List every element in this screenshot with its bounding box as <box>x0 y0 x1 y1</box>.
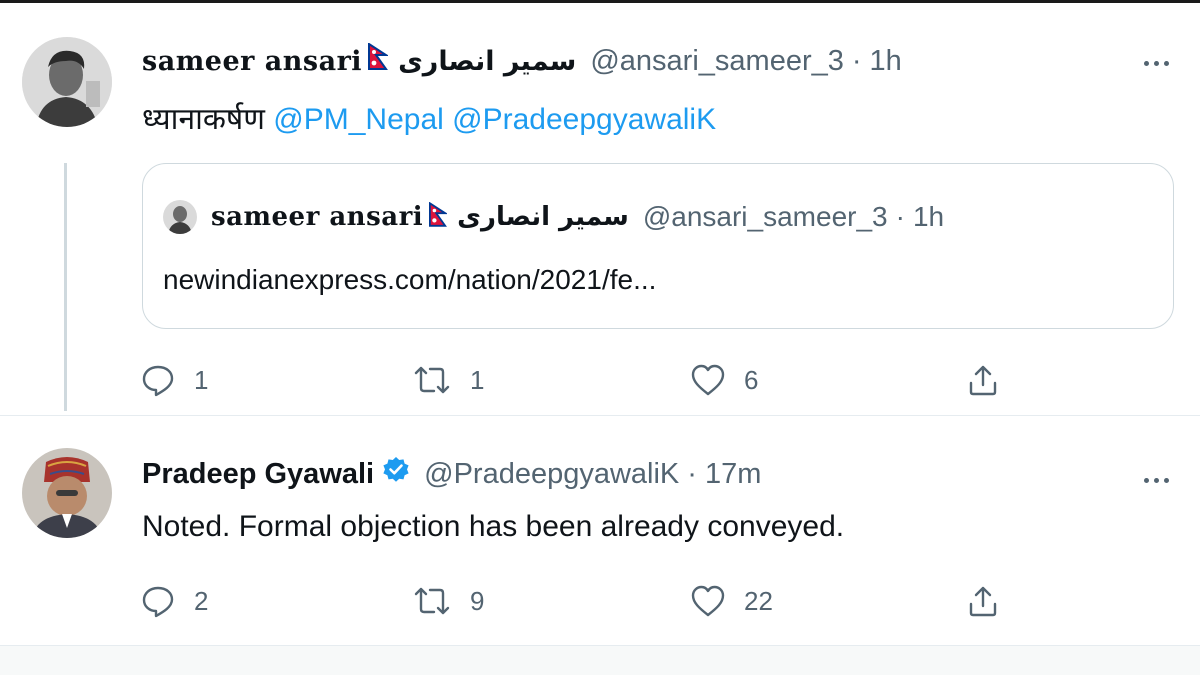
tweet-header: Pradeep Gyawali @PradeepgyawaliK · 17m <box>142 456 761 492</box>
quoted-link-text[interactable]: newindianexpress.com/nation/2021/fe... <box>163 264 656 296</box>
tweet-pradeep-gyawali[interactable]: Pradeep Gyawali @PradeepgyawaliK · 17m N… <box>0 415 1200 645</box>
like-button[interactable]: 6 <box>690 360 758 400</box>
separator-dot: · <box>895 201 905 232</box>
retweet-count: 9 <box>470 585 485 616</box>
tweet-body-text: Noted. Formal objection has been already… <box>142 510 845 543</box>
like-button[interactable]: 22 <box>690 581 773 621</box>
avatar[interactable] <box>22 448 112 538</box>
quoted-display-name-urdu: سمیر انصاری <box>457 202 629 232</box>
separator-dot: · <box>687 457 697 490</box>
tweet-header: sameer ansari سمیر انصاری @ansari_sameer… <box>142 42 902 79</box>
quoted-tweet-card[interactable]: sameer ansari سمیر انصاری @ansari_sameer… <box>142 163 1174 329</box>
retweet-icon <box>412 362 452 398</box>
share-button[interactable] <box>966 360 1000 400</box>
share-button[interactable] <box>966 581 1000 621</box>
quoted-tweet-header: sameer ansari سمیر انصاری @ansari_sameer… <box>163 200 944 234</box>
more-options-icon[interactable] <box>1136 468 1176 492</box>
share-icon <box>966 363 1000 397</box>
tweet-text: ध्यानाकर्षण @PM_Nepal @PradeepgyawaliK <box>142 97 716 138</box>
nepal-flag-icon <box>368 42 390 79</box>
display-name[interactable]: sameer ansari <box>142 46 362 77</box>
user-handle[interactable]: @ansari_sameer_3 <box>590 45 844 78</box>
reply-icon <box>140 362 176 398</box>
quoted-user-handle: @ansari_sameer_3 <box>642 201 888 232</box>
retweet-icon <box>412 583 452 619</box>
like-count: 6 <box>744 364 759 395</box>
tweet-sameer-ansari[interactable]: sameer ansari سمیر انصاری @ansari_sameer… <box>0 3 1200 415</box>
nepal-flag-icon <box>429 201 449 233</box>
mention-link[interactable]: @PradeepgyawaliK <box>452 103 716 136</box>
quoted-avatar <box>163 200 197 234</box>
separator-dot: · <box>851 44 862 77</box>
like-icon <box>690 363 726 397</box>
retweet-count: 1 <box>470 364 485 395</box>
tweet-actions: 1 1 6 <box>140 360 1020 400</box>
bottom-divider <box>0 645 1200 675</box>
more-options-icon[interactable] <box>1136 51 1176 75</box>
reply-button[interactable]: 2 <box>140 581 208 621</box>
reply-button[interactable]: 1 <box>140 360 208 400</box>
mention-link[interactable]: @PM_Nepal <box>273 103 444 136</box>
retweet-button[interactable]: 1 <box>412 360 484 400</box>
tweet-body-text: ध्यानाकर्षण <box>142 103 265 136</box>
timestamp[interactable]: 17m <box>705 458 761 491</box>
user-handle[interactable]: @PradeepgyawaliK <box>424 458 679 491</box>
verified-badge-icon <box>382 456 410 492</box>
display-name[interactable]: Pradeep Gyawali <box>142 458 374 491</box>
thread-connector-line <box>64 163 67 411</box>
display-name-urdu: سمیر انصاری <box>398 45 577 77</box>
tweet-actions: 2 9 22 <box>140 581 1020 621</box>
like-count: 22 <box>744 585 773 616</box>
retweet-button[interactable]: 9 <box>412 581 484 621</box>
avatar[interactable] <box>22 37 112 127</box>
reply-count: 1 <box>194 364 209 395</box>
quoted-display-name: sameer ansari <box>211 202 424 232</box>
reply-icon <box>140 583 176 619</box>
timestamp[interactable]: 1h <box>870 45 902 78</box>
reply-count: 2 <box>194 585 209 616</box>
share-icon <box>966 584 1000 618</box>
quoted-timestamp: 1h <box>912 201 945 232</box>
like-icon <box>690 584 726 618</box>
